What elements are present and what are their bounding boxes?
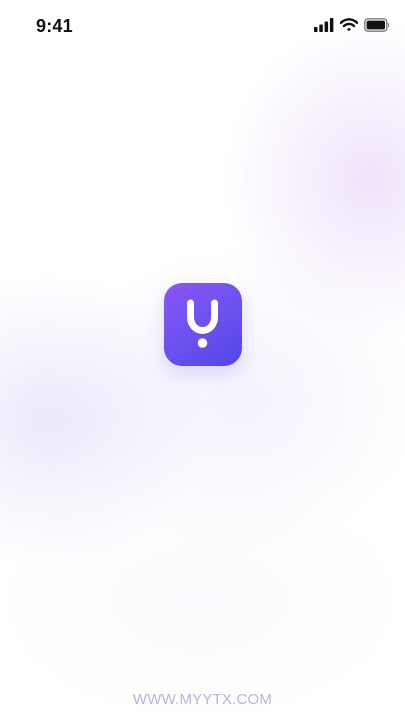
splash-screen: 9:41 WWW.MYYTX.COM	[0, 0, 405, 720]
wifi-icon	[339, 18, 359, 32]
app-logo	[164, 283, 242, 366]
app-logo-icon	[187, 299, 218, 348]
battery-icon	[364, 18, 391, 32]
status-bar: 9:41	[0, 0, 405, 52]
status-time: 9:41	[36, 16, 73, 36]
cellular-signal-icon	[314, 18, 334, 32]
status-icons	[314, 17, 391, 33]
website-url: WWW.MYYTX.COM	[132, 691, 273, 708]
